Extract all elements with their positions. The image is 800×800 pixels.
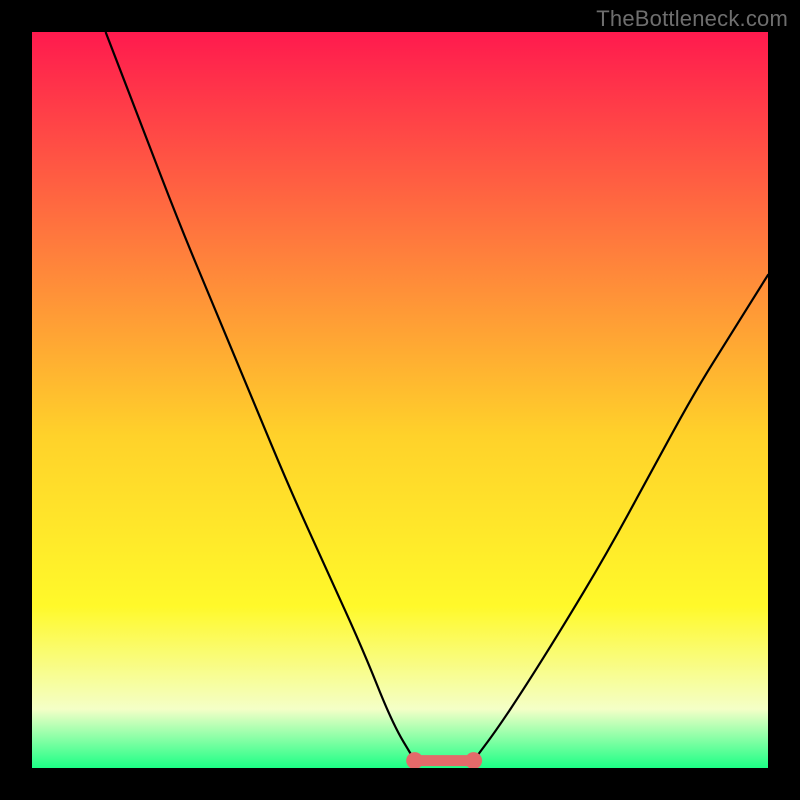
bottleneck-plot-svg [32, 32, 768, 768]
chart-frame: TheBottleneck.com [0, 0, 800, 800]
gradient-background [32, 32, 768, 768]
watermark-text: TheBottleneck.com [596, 6, 788, 32]
bottleneck-plot [32, 32, 768, 768]
